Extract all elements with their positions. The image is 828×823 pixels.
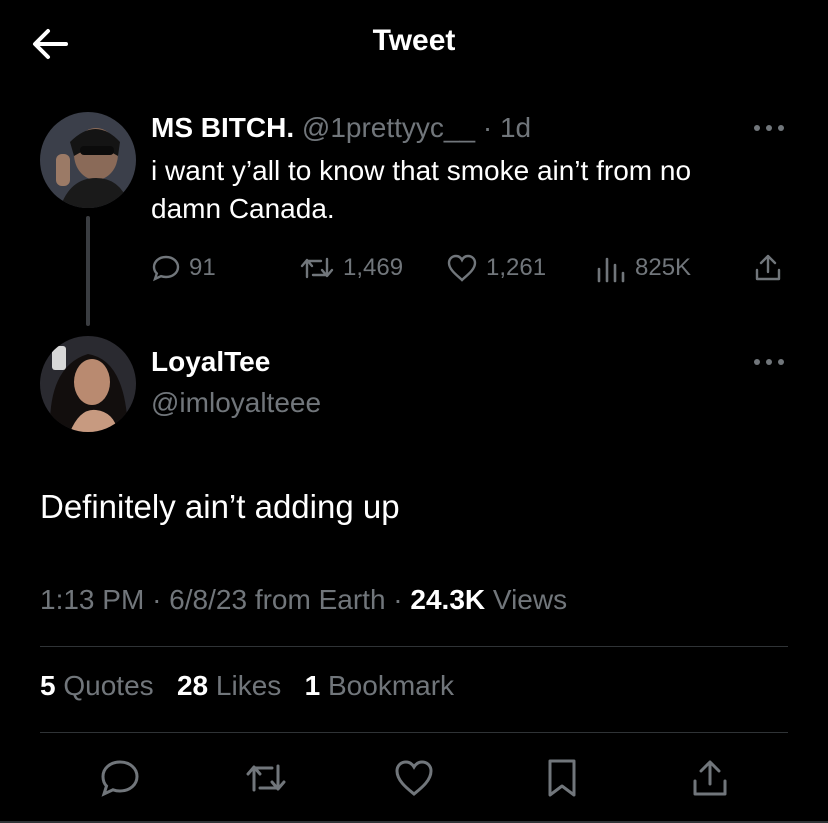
like-icon[interactable] [392,756,436,800]
tweet-source: from Earth [254,584,386,615]
likes-count: 28 [176,670,209,701]
avatar[interactable] [40,336,136,432]
display-name[interactable]: LoyalTee [151,346,270,378]
likes-link[interactable]: 28 Likes [177,670,281,701]
top-bar: Tweet [0,0,828,88]
tweet-text: i want y’all to know that smoke ain’t fr… [151,152,691,228]
bookmark-icon[interactable] [540,756,584,800]
like-count: 1,261 [486,254,547,281]
thread-line [86,216,90,326]
divider [40,732,788,733]
tweet-text-line: i want y’all to know that smoke ain’t fr… [151,155,692,186]
quotes-label: Quotes [63,670,154,701]
retweet-icon [300,257,334,279]
quotes-count: 5 [40,670,56,701]
views-count: 825K [635,254,692,281]
more-icon[interactable] [752,356,786,368]
retweet-icon[interactable] [244,756,288,800]
tweet-time[interactable]: 1:13 PM [40,584,144,615]
tweet-age[interactable]: 1d [500,112,531,143]
reply-count: 91 [189,254,216,281]
retweet-button[interactable]: 1,469 [299,252,403,284]
views-icon [597,257,625,283]
tweet-meta: 1:13 PM · 6/8/23 from Earth · 24.3K View… [40,584,568,615]
display-name[interactable]: MS BITCH. [151,112,294,143]
bookmarks-label: Bookmark [328,670,455,701]
reply-icon[interactable] [98,756,142,800]
divider [40,646,788,647]
handle[interactable]: @imloyalteee [151,384,321,422]
tweet-date[interactable]: 6/8/23 [169,584,247,615]
views-button[interactable]: 825K [595,252,691,284]
like-icon [447,254,477,282]
quotes-link[interactable]: 5 Quotes [40,670,154,701]
tweet-text: Definitely ain’t adding up [40,488,400,525]
reply-button[interactable]: 91 [151,252,216,284]
handle[interactable]: @1prettyyc__ [302,112,475,143]
tweet-text-line: damn Canada. [151,193,335,224]
more-icon[interactable] [752,122,786,134]
share-icon[interactable] [688,756,732,800]
reply-icon [152,255,180,282]
engagement-stats: 5 Quotes 28 Likes 1 Bookmark [40,670,454,702]
views-count: 24.3K [410,584,486,615]
share-icon[interactable] [752,252,784,284]
avatar[interactable] [40,112,136,208]
bookmarks-link[interactable]: 1 Bookmark [305,670,454,701]
separator: · [482,112,493,143]
retweet-count: 1,469 [343,254,404,281]
likes-label: Likes [215,670,282,701]
like-button[interactable]: 1,261 [446,252,546,284]
views-label: Views [492,584,568,615]
page-title: Tweet [372,24,456,57]
bookmarks-count: 1 [304,670,321,701]
